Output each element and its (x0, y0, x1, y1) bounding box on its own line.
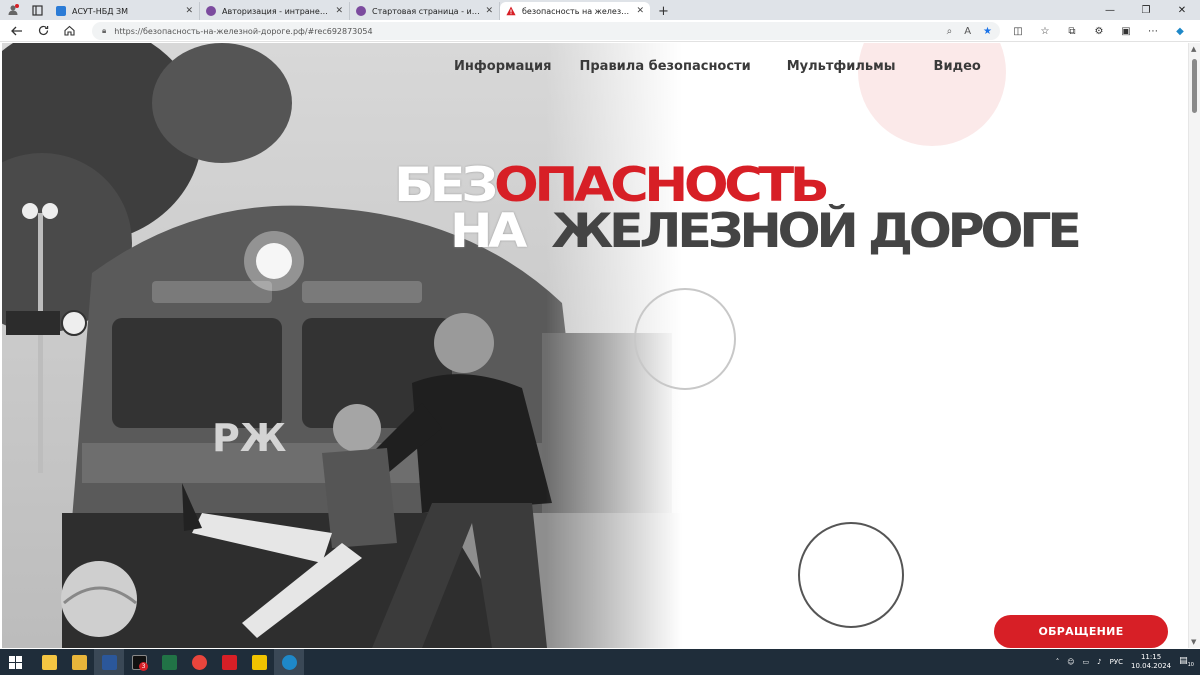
tab-label: АСУТ-НБД ЗМ (72, 6, 129, 16)
asut-favicon-icon (56, 6, 66, 16)
notification-badge: 3 (139, 662, 148, 671)
yellow-app-icon[interactable] (244, 649, 274, 675)
word-icon[interactable] (94, 649, 124, 675)
minimize-icon[interactable]: — (1092, 0, 1128, 20)
tab-start-page[interactable]: Стартовая страница - интранет ✕ (350, 2, 500, 20)
language-indicator[interactable]: РУС (1110, 658, 1123, 666)
tab-asut[interactable]: АСУТ-НБД ЗМ ✕ (50, 2, 200, 20)
favorite-star-icon[interactable]: ★ (983, 26, 992, 37)
notification-count: 10 (1187, 661, 1194, 668)
clock-time: 11:15 (1140, 653, 1162, 661)
folder-icon[interactable] (64, 649, 94, 675)
sidebar-icon[interactable]: ▣ (1118, 26, 1134, 37)
hero-photo-train-rescue: РЖ (2, 43, 682, 648)
tray-app-icon[interactable]: ☺ (1067, 658, 1074, 666)
rzd-favicon-icon (356, 6, 366, 16)
warning-triangle-icon (506, 6, 516, 16)
decorative-ring-dark (798, 522, 904, 628)
file-explorer-icon[interactable] (34, 649, 64, 675)
split-screen-icon[interactable]: ◫ (1010, 26, 1026, 37)
appeal-button[interactable]: ОБРАЩЕНИЕ (994, 615, 1168, 648)
acrobat-icon[interactable] (214, 649, 244, 675)
extensions-icon[interactable]: ⚙ (1091, 26, 1107, 37)
browser-tab-strip: АСУТ-НБД ЗМ ✕ Авторизация - интранет вер… (0, 0, 1200, 20)
close-icon[interactable]: ✕ (185, 6, 193, 16)
excel-icon[interactable] (154, 649, 184, 675)
menu-dots-icon[interactable]: ⋯ (1145, 26, 1161, 37)
menu-item-information[interactable]: Информация (454, 59, 552, 74)
tab-railway-safety[interactable]: безопасность на железной дороге ✕ (500, 2, 650, 20)
profile-icon[interactable] (6, 3, 20, 17)
clock-date: 10.04.2024 (1131, 662, 1172, 670)
lock-icon[interactable]: 🔒︎ (102, 26, 106, 36)
volume-icon[interactable]: ♪ (1097, 658, 1101, 666)
close-icon[interactable]: ✕ (636, 6, 644, 16)
reload-icon[interactable] (30, 20, 56, 42)
rzd-favicon-icon (206, 6, 216, 16)
tab-label: Стартовая страница - интранет (372, 6, 482, 16)
menu-item-cartoons[interactable]: Мультфильмы (787, 59, 896, 74)
home-icon[interactable] (56, 20, 82, 42)
scroll-down-icon[interactable]: ▼ (1191, 638, 1196, 646)
restore-icon[interactable]: ❐ (1128, 0, 1164, 20)
zoom-icon[interactable]: ⌕ (947, 26, 953, 37)
address-bar[interactable]: 🔒︎ https://безопасность-на-железной-доро… (92, 22, 1000, 40)
windows-taskbar: 3 ˄ ☺ ▭ ♪ РУС 11:15 10.04.2024 ▤10 (0, 649, 1200, 675)
close-window-icon[interactable]: ✕ (1164, 0, 1200, 20)
page-scrollbar[interactable]: ▲ ▼ (1188, 43, 1200, 648)
back-arrow-icon[interactable] (4, 20, 30, 42)
edge-icon[interactable] (274, 649, 304, 675)
webpage-viewport: РЖ Информация Правила безопа (2, 43, 1188, 648)
hero-title-line-2: НА ЖЕЛЕЗНОЙ ДОРОГЕ (450, 204, 1082, 259)
new-tab-button[interactable]: + (650, 2, 677, 20)
app-badge-icon[interactable]: 3 (124, 649, 154, 675)
read-aloud-icon[interactable]: A (964, 26, 971, 37)
chrome-icon[interactable] (184, 649, 214, 675)
favorites-icon[interactable]: ☆ (1037, 26, 1053, 37)
decorative-ring (634, 288, 736, 390)
site-main-menu: Информация Правила безопасности Мультфил… (454, 59, 1009, 74)
browser-toolbar: 🔒︎ https://безопасность-на-железной-доро… (0, 20, 1200, 42)
tab-authorization[interactable]: Авторизация - интранет версия ✕ (200, 2, 350, 20)
notifications-icon[interactable]: ▤10 (1179, 656, 1194, 668)
collections-icon[interactable]: ⧉ (1064, 26, 1080, 37)
chevron-up-icon[interactable]: ˄ (1056, 658, 1060, 666)
tab-label: безопасность на железной дороге (522, 6, 633, 16)
tab-label: Авторизация - интранет версия (222, 6, 332, 16)
menu-item-video[interactable]: Видео (934, 59, 981, 74)
clock[interactable]: 11:15 10.04.2024 (1131, 653, 1171, 671)
scroll-thumb[interactable] (1192, 59, 1197, 113)
close-icon[interactable]: ✕ (485, 6, 493, 16)
close-icon[interactable]: ✕ (335, 6, 343, 16)
window-controls: — ❐ ✕ (1092, 0, 1200, 20)
copilot-icon[interactable]: ◆ (1172, 26, 1188, 37)
url-text: https://безопасность-на-железной-дороге.… (114, 26, 373, 36)
system-tray: ˄ ☺ ▭ ♪ РУС 11:15 10.04.2024 ▤10 (1056, 649, 1200, 675)
tab-actions-icon[interactable] (30, 3, 44, 17)
scroll-up-icon[interactable]: ▲ (1191, 45, 1196, 53)
hero-title-railway: ЖЕЛЕЗНОЙ ДОРОГЕ (551, 204, 1082, 259)
network-icon[interactable]: ▭ (1083, 658, 1090, 666)
menu-item-safety-rules[interactable]: Правила безопасности (580, 59, 751, 74)
windows-start-icon[interactable] (0, 649, 30, 675)
hero-title-na: НА (450, 204, 527, 259)
